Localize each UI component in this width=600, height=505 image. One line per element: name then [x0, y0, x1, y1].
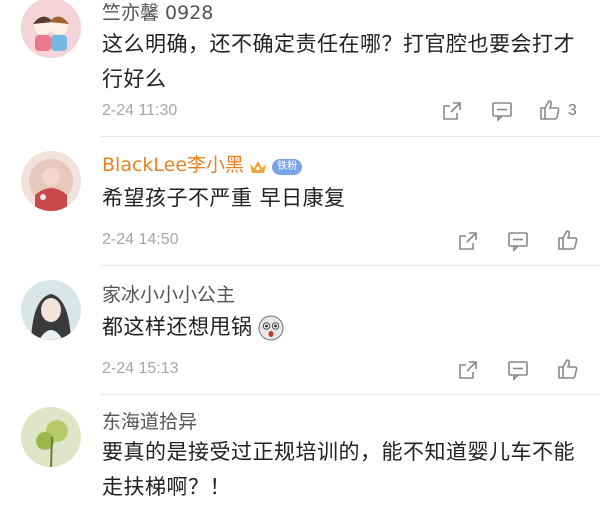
comment-text-row: 都这样还想甩锅 [102, 310, 284, 345]
like-icon[interactable] [538, 98, 562, 122]
comment-text: 这么明确，还不确定责任在哪？打官腔也要会打才行好么 [102, 32, 575, 91]
like-icon[interactable] [556, 357, 580, 381]
username[interactable]: 家冰小小小公主 [102, 280, 235, 307]
surprised-face-icon [258, 315, 284, 345]
comment-item: BlackLee李小黑 铁粉 希望孩子不严重 早日康复 2-24 14:50 [0, 137, 600, 265]
avatar[interactable] [21, 151, 81, 211]
avatar[interactable] [21, 407, 81, 467]
comment-icon[interactable] [506, 229, 530, 253]
crown-icon [249, 159, 267, 175]
comment-icon[interactable] [490, 99, 514, 123]
share-icon[interactable] [440, 99, 464, 123]
comment-text: 都这样还想甩锅 [102, 315, 253, 339]
comment-item: 竺亦馨 0928 这么明确，还不确定责任在哪？打官腔也要会打才行好么 2-24 … [0, 0, 600, 135]
username-row: BlackLee李小黑 铁粉 [102, 150, 303, 177]
share-icon[interactable] [456, 358, 480, 382]
username[interactable]: BlackLee李小黑 [102, 154, 244, 176]
comment-item: 东海道拾异 要真的是接受过正规培训的，能不知道婴儿车不能走扶梯啊？！ [0, 395, 600, 502]
comment-icon[interactable] [506, 358, 530, 382]
avatar[interactable] [21, 0, 81, 58]
username[interactable]: 竺亦馨 0928 [102, 0, 213, 25]
comment-text: 要真的是接受过正规培训的，能不知道婴儿车不能走扶梯啊？！ [102, 440, 575, 499]
avatar[interactable] [21, 280, 81, 340]
like-icon[interactable] [556, 228, 580, 252]
fan-badge: 铁粉 [272, 158, 303, 175]
like-count: 3 [568, 102, 577, 119]
comment-time: 2-24 15:13 [102, 360, 179, 377]
share-icon[interactable] [456, 229, 480, 253]
comment-item: 家冰小小小公主 都这样还想甩锅 2-24 15:13 [0, 266, 600, 394]
comment-text: 希望孩子不严重 早日康复 [102, 186, 346, 210]
comment-time: 2-24 14:50 [102, 231, 179, 248]
comment-time: 2-24 11:30 [102, 102, 178, 119]
username[interactable]: 东海道拾异 [102, 407, 197, 434]
